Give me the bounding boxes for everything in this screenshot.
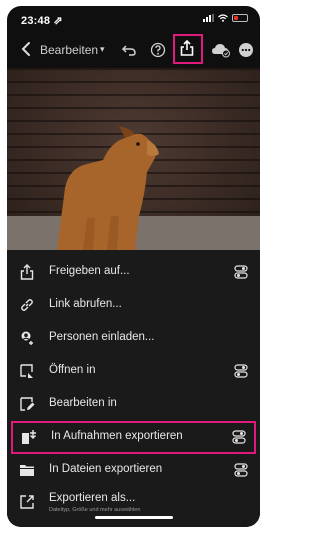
menu-item-export-to-files[interactable]: In Dateien exportieren [7, 454, 260, 487]
add-person-icon [21, 331, 33, 345]
link-icon [21, 299, 33, 311]
status-bar: 23:48 ⇗ [7, 6, 260, 32]
edit-mode-dropdown-icon[interactable]: ▾ [100, 44, 105, 55]
help-icon[interactable] [150, 42, 166, 58]
share-icon[interactable] [179, 40, 195, 56]
menu-item-label: Exportieren als... [49, 492, 136, 504]
share-icon [20, 264, 34, 280]
menu-item-label: Freigeben auf... [49, 265, 130, 277]
photo-preview [7, 68, 260, 250]
menu-item-label: In Dateien exportieren [49, 463, 163, 475]
share-menu-sheet: Freigeben auf... Link abrufen... Persone… [7, 250, 260, 527]
menu-item-edit-in[interactable]: Bearbeiten in [7, 388, 260, 421]
menu-item-export-to-camera-roll[interactable]: In Aufnahmen exportieren [11, 421, 256, 454]
settings-toggle-icon[interactable] [234, 463, 248, 477]
cloud-sync-icon[interactable] [211, 42, 231, 58]
undo-icon[interactable] [121, 42, 137, 58]
menu-item-open-in[interactable]: Öffnen in [7, 355, 260, 388]
status-time: 23:48 ⇗ [21, 15, 63, 27]
edit-in-icon [20, 397, 35, 411]
menu-item-invite-people[interactable]: Personen einladen... [7, 322, 260, 355]
battery-icon [232, 14, 248, 22]
back-chevron-icon[interactable] [21, 41, 31, 57]
settings-toggle-icon[interactable] [232, 430, 246, 444]
menu-item-share-to[interactable]: Freigeben auf... [7, 256, 260, 289]
menu-item-get-link[interactable]: Link abrufen... [7, 289, 260, 322]
menu-item-sublabel: Dateityp, Größe und mehr auswählen [49, 507, 141, 513]
menu-item-label: Link abrufen... [49, 298, 122, 310]
signal-icon [203, 14, 214, 22]
menu-item-label: Personen einladen... [49, 331, 155, 343]
export-as-icon [20, 495, 34, 509]
camera-roll-export-icon [22, 430, 36, 444]
edit-mode-label[interactable]: Bearbeiten [40, 43, 98, 57]
folder-icon [20, 465, 34, 476]
settings-toggle-icon[interactable] [234, 364, 248, 378]
menu-item-label: In Aufnahmen exportieren [51, 430, 183, 442]
menu-item-label: Bearbeiten in [49, 397, 117, 409]
menu-item-label: Öffnen in [49, 364, 96, 376]
open-in-icon [20, 364, 33, 378]
status-icons [203, 14, 248, 22]
top-toolbar: Bearbeiten ▾ [7, 34, 260, 68]
dog-photo [7, 126, 260, 250]
phone-screen: 23:48 ⇗ Bearbeiten ▾ Freigeben auf... Li… [7, 6, 260, 527]
wifi-icon [218, 14, 228, 22]
settings-toggle-icon[interactable] [234, 265, 248, 279]
more-icon[interactable] [238, 42, 254, 58]
home-indicator [95, 516, 173, 519]
